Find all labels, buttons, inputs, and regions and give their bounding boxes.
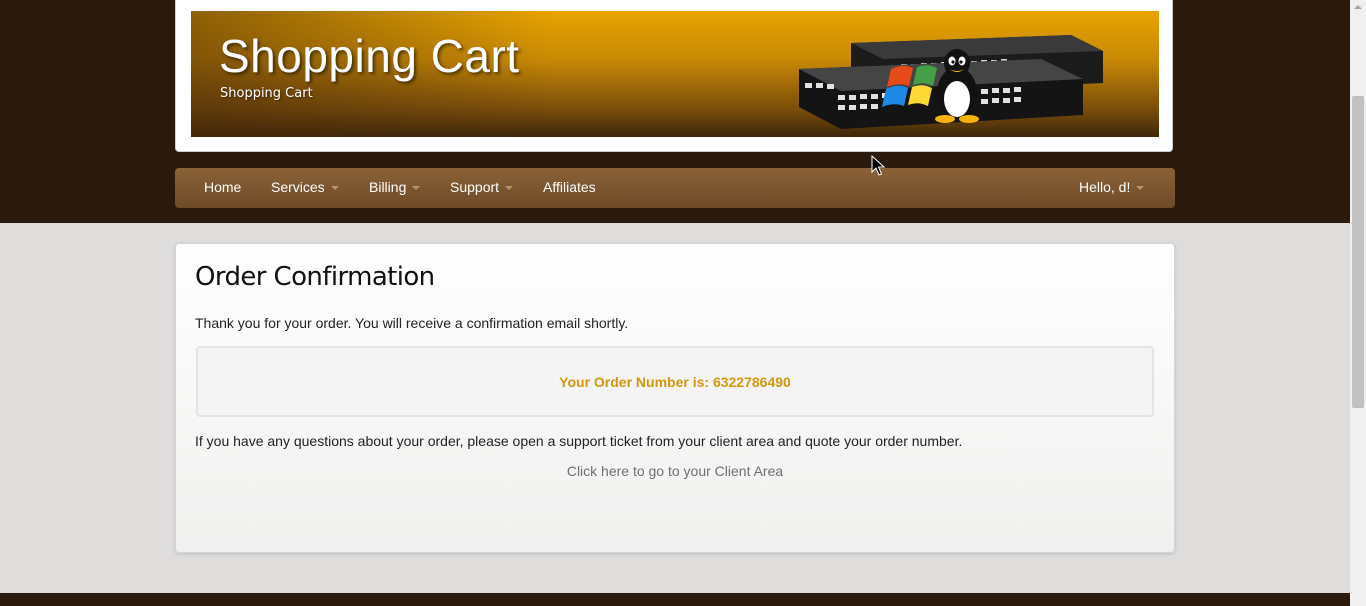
support-instructions: If you have any questions about your ord… bbox=[195, 433, 963, 449]
footer-band bbox=[0, 593, 1350, 606]
nav-services[interactable]: Services bbox=[271, 168, 339, 208]
account-greeting: Hello, d! bbox=[1079, 179, 1131, 195]
scroll-up-arrow-icon[interactable] bbox=[1354, 5, 1362, 9]
nav-billing-label: Billing bbox=[369, 179, 407, 195]
chevron-down-icon bbox=[505, 186, 514, 191]
page-scrollbar[interactable] bbox=[1350, 0, 1366, 606]
network-switch-image bbox=[799, 35, 1103, 129]
site-subtitle: Shopping Cart bbox=[220, 86, 313, 101]
nav-account-menu[interactable]: Hello, d! bbox=[1079, 168, 1145, 208]
page-title: Order Confirmation bbox=[195, 262, 435, 292]
nav-support[interactable]: Support bbox=[450, 168, 514, 208]
order-number: Your Order Number is: 6322786490 bbox=[559, 374, 791, 390]
client-area-link-text[interactable]: Click here to go to your Client Area bbox=[567, 463, 783, 479]
mouse-pointer-icon bbox=[871, 155, 885, 176]
main-navbar: Home Services Billing Support Affiliates… bbox=[175, 168, 1175, 208]
site-header: Shopping Cart Shopping Cart bbox=[175, 0, 1173, 152]
chevron-down-icon bbox=[330, 186, 339, 191]
chevron-down-icon bbox=[412, 186, 421, 191]
nav-billing[interactable]: Billing bbox=[369, 168, 421, 208]
confirmation-message: Thank you for your order. You will recei… bbox=[195, 315, 629, 331]
chevron-down-icon bbox=[1136, 186, 1145, 191]
order-confirmation-panel: Order Confirmation Thank you for your or… bbox=[175, 243, 1175, 553]
scrollbar-thumb[interactable] bbox=[1352, 96, 1364, 408]
site-title: Shopping Cart bbox=[219, 30, 520, 82]
header-banner: Shopping Cart Shopping Cart bbox=[191, 11, 1159, 137]
order-number-box: Your Order Number is: 6322786490 bbox=[196, 346, 1154, 417]
nav-home[interactable]: Home bbox=[204, 168, 241, 208]
nav-affiliates[interactable]: Affiliates bbox=[543, 168, 596, 208]
nav-services-label: Services bbox=[271, 179, 325, 195]
nav-support-label: Support bbox=[450, 179, 500, 195]
client-area-link: Click here to go to your Client Area bbox=[176, 463, 1174, 479]
